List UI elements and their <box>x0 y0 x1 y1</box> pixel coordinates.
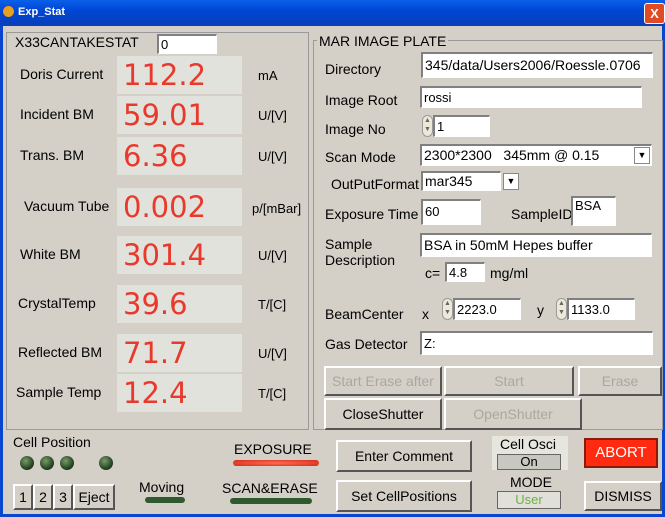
mode-toggle[interactable]: User <box>497 491 561 509</box>
chevron-down-icon[interactable]: ▼ <box>503 173 519 190</box>
header-label: X33CANTAKESTAT <box>15 34 139 50</box>
app-icon <box>3 6 14 17</box>
scan-mode-label: Scan Mode <box>325 149 396 165</box>
conc-label: c= <box>425 265 441 281</box>
cell-position-label: Cell Position <box>13 434 91 450</box>
beamcenter-label: BeamCenter <box>325 306 404 322</box>
row-value: 39.6 <box>117 285 242 323</box>
row-label: Incident BM <box>20 106 94 122</box>
scan-erase-indicator <box>230 498 312 504</box>
row-unit: U/[V] <box>258 248 287 263</box>
x-label: x <box>422 306 429 322</box>
cell-1-button[interactable]: 1 <box>13 484 33 510</box>
row-value: 112.2 <box>117 56 242 94</box>
start-erase-after-button[interactable]: Start Erase after <box>324 366 442 396</box>
image-no-field[interactable]: 1 <box>433 115 490 137</box>
gas-detector-field[interactable]: Z: <box>420 331 653 355</box>
row-value: 301.4 <box>117 236 242 274</box>
concentration-field[interactable]: 4.8 <box>445 262 485 282</box>
dismiss-button[interactable]: DISMISS <box>584 481 662 511</box>
row-label: CrystalTemp <box>18 295 96 311</box>
directory-field[interactable]: 345/data/Users2006/Roessle.0706 <box>421 52 653 78</box>
conc-unit: mg/ml <box>490 265 529 281</box>
exposure-time-field[interactable]: 60 <box>421 199 481 225</box>
sample-desc-label-1: Sample <box>325 236 373 252</box>
cell-osci-toggle[interactable]: On <box>497 454 561 470</box>
sample-description-field[interactable]: BSA in 50mM Hepes buffer <box>420 233 652 257</box>
scan-mode-select[interactable]: 2300*2300 345mm @ 0.15 <box>420 144 652 166</box>
row-unit: U/[V] <box>258 346 287 361</box>
close-button[interactable]: X <box>644 3 665 24</box>
row-label: Trans. BM <box>20 147 85 163</box>
row-label: Doris Current <box>20 66 104 82</box>
sample-id-field[interactable]: BSA <box>571 196 616 226</box>
row-unit: T/[C] <box>258 386 287 401</box>
spinner-icon[interactable]: ▲ ▼ <box>422 115 433 137</box>
sample-id-label: SampleID <box>511 206 573 222</box>
cell-led <box>20 456 34 470</box>
spinner-icon[interactable]: ▲ ▼ <box>556 298 567 320</box>
image-root-field[interactable]: rossi <box>420 86 642 108</box>
image-root-label: Image Root <box>325 92 398 108</box>
y-label: y <box>537 302 544 318</box>
row-unit: T/[C] <box>258 297 287 312</box>
title-bar: Exp_Stat X <box>0 0 665 26</box>
erase-button[interactable]: Erase <box>578 366 662 396</box>
row-value: 59.01 <box>117 96 242 134</box>
cell-osci-label: Cell Osci <box>500 436 557 452</box>
exposure-label: EXPOSURE <box>234 441 312 457</box>
scan-mode-value: 2300*2300 345mm @ 0.15 <box>424 147 600 163</box>
header-value-field[interactable]: 0 <box>157 34 217 54</box>
chevron-down-icon[interactable]: ▼ <box>634 147 650 164</box>
mode-label: MODE <box>510 474 552 490</box>
output-format-select[interactable]: mar345 <box>421 171 501 191</box>
cell-3-button[interactable]: 3 <box>53 484 73 510</box>
row-value: 12.4 <box>117 374 242 412</box>
cell-led <box>60 456 74 470</box>
sample-desc-label-2: Description <box>325 252 396 268</box>
row-value: 0.002 <box>117 188 242 226</box>
scan-erase-label: SCAN&ERASE <box>222 480 318 496</box>
moving-indicator <box>145 497 185 503</box>
row-label: Sample Temp <box>16 384 102 400</box>
window-title: Exp_Stat <box>18 6 66 18</box>
beam-y-field[interactable]: 1133.0 <box>567 298 635 320</box>
row-value: 71.7 <box>117 334 242 372</box>
output-format-label: OutPutFormat <box>331 176 419 192</box>
start-button[interactable]: Start <box>444 366 574 396</box>
moving-label: Moving <box>139 479 185 495</box>
row-unit: U/[V] <box>258 108 287 123</box>
set-cell-positions-button[interactable]: Set CellPositions <box>336 480 472 512</box>
enter-comment-button[interactable]: Enter Comment <box>336 440 472 472</box>
row-label: White BM <box>20 246 81 262</box>
eject-button[interactable]: Eject <box>73 484 115 510</box>
beam-x-field[interactable]: 2223.0 <box>453 298 521 320</box>
row-unit: U/[V] <box>258 149 287 164</box>
spinner-icon[interactable]: ▲ ▼ <box>442 298 453 320</box>
exposure-indicator <box>233 460 319 466</box>
row-unit: mA <box>258 68 278 83</box>
close-shutter-button[interactable]: CloseShutter <box>324 398 442 430</box>
row-label: Reflected BM <box>18 344 103 360</box>
image-no-label: Image No <box>325 121 386 137</box>
row-label: Vacuum Tube <box>24 198 110 214</box>
cell-led <box>99 456 113 470</box>
cell-led <box>40 456 54 470</box>
group-title: MAR IMAGE PLATE <box>317 33 449 49</box>
open-shutter-button[interactable]: OpenShutter <box>444 398 582 430</box>
row-value: 6.36 <box>117 137 242 175</box>
directory-label: Directory <box>325 61 382 77</box>
gas-detector-label: Gas Detector <box>325 336 408 352</box>
abort-button[interactable]: ABORT <box>584 438 658 468</box>
cell-2-button[interactable]: 2 <box>33 484 53 510</box>
row-unit: p/[mBar] <box>252 201 302 216</box>
exposure-time-label: Exposure Time <box>325 206 419 222</box>
